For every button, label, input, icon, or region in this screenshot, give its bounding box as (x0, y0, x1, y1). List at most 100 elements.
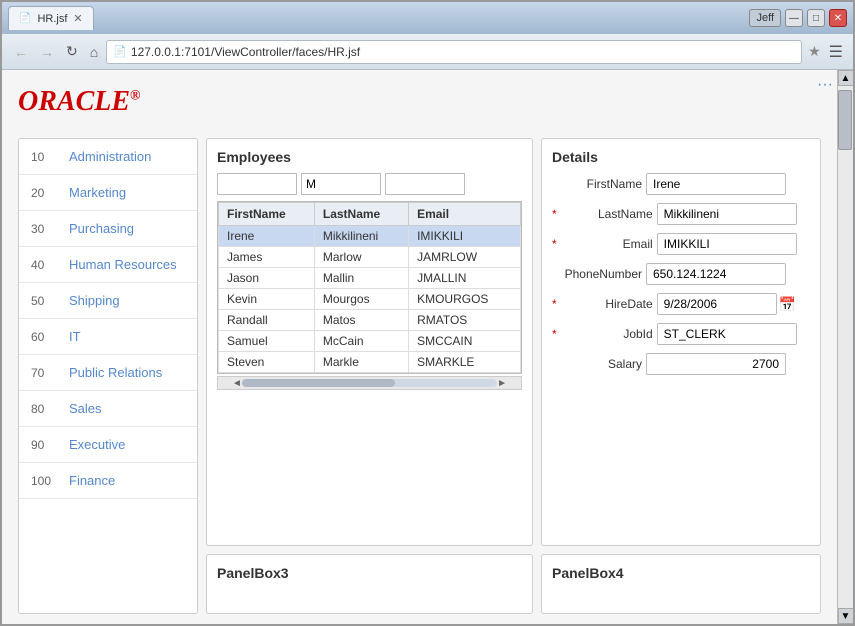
employees-table: FirstName LastName Email Irene Mikkiline… (218, 202, 521, 373)
close-button[interactable]: ✕ (829, 9, 847, 27)
sidebar-label-sales: Sales (69, 401, 102, 416)
sidebar-item-executive[interactable]: 90 Executive (19, 427, 197, 463)
back-button[interactable]: ← (10, 42, 32, 62)
sidebar-num-60: 60 (31, 330, 61, 344)
field-row-hiredate: * HireDate 📅 (552, 293, 810, 315)
sidebar-label-shipping: Shipping (69, 293, 120, 308)
table-row[interactable]: Samuel McCain SMCCAIN (219, 331, 521, 352)
forward-button[interactable]: → (36, 42, 58, 62)
sidebar-label-administration: Administration (69, 149, 151, 164)
phone-input[interactable] (646, 263, 786, 285)
table-scroll-area[interactable]: FirstName LastName Email Irene Mikkiline… (217, 201, 522, 374)
scroll-up-button[interactable]: ▲ (838, 70, 854, 86)
cell-firstname: Irene (219, 226, 315, 247)
sidebar-item-marketing[interactable]: 20 Marketing (19, 175, 197, 211)
cell-lastname: Mallin (314, 268, 408, 289)
field-row-firstname: FirstName (552, 173, 810, 195)
sidebar-item-shipping[interactable]: 50 Shipping (19, 283, 197, 319)
hiredate-input[interactable] (657, 293, 777, 315)
scroll-right-icon[interactable]: ► (497, 378, 507, 389)
details-panel: Details FirstName * LastName * E (541, 138, 821, 546)
user-badge: Jeff (749, 9, 781, 27)
salary-input[interactable] (646, 353, 786, 375)
sidebar-item-administration[interactable]: 10 Administration (19, 139, 197, 175)
main-layout: 10 Administration 20 Marketing 30 Purcha… (18, 138, 821, 614)
sidebar-item-sales[interactable]: 80 Sales (19, 391, 197, 427)
refresh-button[interactable]: ↻ (62, 41, 82, 62)
cell-lastname: Markle (314, 352, 408, 373)
lastname-input[interactable] (657, 203, 797, 225)
cell-firstname: Samuel (219, 331, 315, 352)
firstname-input[interactable] (646, 173, 786, 195)
scroll-down-button[interactable]: ▼ (838, 608, 854, 624)
cell-email: SMCCAIN (409, 331, 521, 352)
phone-label: PhoneNumber (552, 267, 642, 281)
table-row[interactable]: Irene Mikkilineni IMIKKILI (219, 226, 521, 247)
tab-page-icon: 📄 (19, 13, 31, 24)
minimize-button[interactable]: — (785, 9, 803, 27)
col-header-email[interactable]: Email (409, 203, 521, 226)
panel-box3-title: PanelBox3 (217, 565, 522, 581)
sidebar-num-100: 100 (31, 474, 61, 488)
table-row[interactable]: Jason Mallin JMALLIN (219, 268, 521, 289)
tab-label: HR.jsf (37, 13, 67, 25)
nav-bar: ← → ↻ ⌂ 📄 ★ ☰ (2, 34, 853, 70)
home-button[interactable]: ⌂ (86, 42, 102, 62)
filter-input-1[interactable] (217, 173, 297, 195)
panel-box4: PanelBox4 (541, 554, 821, 614)
dots-button[interactable]: ··· (817, 76, 833, 94)
scroll-track-vertical (838, 86, 853, 608)
oracle-logo: ORACLE® (18, 86, 821, 118)
cell-email: JAMRLOW (409, 247, 521, 268)
sidebar-label-pr: Public Relations (69, 365, 162, 380)
salary-label: Salary (552, 357, 642, 371)
table-row[interactable]: Randall Matos RMATOS (219, 310, 521, 331)
title-bar: 📄 HR.jsf ✕ Jeff — □ ✕ (2, 2, 853, 34)
maximize-button[interactable]: □ (807, 9, 825, 27)
jobid-input[interactable] (657, 323, 797, 345)
sidebar-num-10: 10 (31, 150, 61, 164)
col-header-lastname[interactable]: LastName (314, 203, 408, 226)
scroll-thumb-vertical[interactable] (838, 90, 852, 150)
horizontal-scrollbar[interactable]: ◄ ► (217, 376, 522, 390)
cell-firstname: Randall (219, 310, 315, 331)
filter-row (217, 173, 522, 195)
sidebar-label-purchasing: Purchasing (69, 221, 134, 236)
email-input[interactable] (657, 233, 797, 255)
panel-box4-title: PanelBox4 (552, 565, 810, 581)
bookmark-button[interactable]: ★ (806, 41, 823, 62)
vertical-scrollbar: ▲ ▼ (837, 70, 853, 624)
tab-close-btn[interactable]: ✕ (73, 12, 82, 25)
filter-input-3[interactable] (385, 173, 465, 195)
col-header-firstname[interactable]: FirstName (219, 203, 315, 226)
sidebar-num-30: 30 (31, 222, 61, 236)
table-row[interactable]: Kevin Mourgos KMOURGOS (219, 289, 521, 310)
menu-button[interactable]: ☰ (827, 40, 845, 64)
sidebar-item-it[interactable]: 60 IT (19, 319, 197, 355)
calendar-icon[interactable]: 📅 (779, 296, 796, 313)
sidebar-item-human-resources[interactable]: 40 Human Resources (19, 247, 197, 283)
table-row[interactable]: Steven Markle SMARKLE (219, 352, 521, 373)
sidebar-item-purchasing[interactable]: 30 Purchasing (19, 211, 197, 247)
browser-frame: 📄 HR.jsf ✕ Jeff — □ ✕ ← → ↻ ⌂ 📄 ★ ☰ ··· … (0, 0, 855, 626)
cell-lastname: Marlow (314, 247, 408, 268)
sidebar-num-20: 20 (31, 186, 61, 200)
url-input[interactable] (131, 45, 795, 59)
sidebar-num-70: 70 (31, 366, 61, 380)
table-row[interactable]: James Marlow JAMRLOW (219, 247, 521, 268)
firstname-label: FirstName (552, 177, 642, 191)
cell-lastname: Mikkilineni (314, 226, 408, 247)
browser-tab[interactable]: 📄 HR.jsf ✕ (8, 6, 94, 30)
center-panel: Employees FirstName LastN (206, 138, 533, 614)
page-content: ··· ORACLE® 10 Administration 20 Marketi… (2, 70, 837, 624)
scroll-left-icon[interactable]: ◄ (232, 378, 242, 389)
panel-box3: PanelBox3 (206, 554, 533, 614)
filter-input-2[interactable] (301, 173, 381, 195)
sidebar-item-pr[interactable]: 70 Public Relations (19, 355, 197, 391)
hiredate-label: HireDate (563, 297, 653, 311)
sidebar-item-finance[interactable]: 100 Finance (19, 463, 197, 499)
sidebar-num-80: 80 (31, 402, 61, 416)
sidebar-label-executive: Executive (69, 437, 125, 452)
scroll-thumb[interactable] (242, 379, 395, 387)
tab-area: 📄 HR.jsf ✕ (8, 6, 745, 30)
